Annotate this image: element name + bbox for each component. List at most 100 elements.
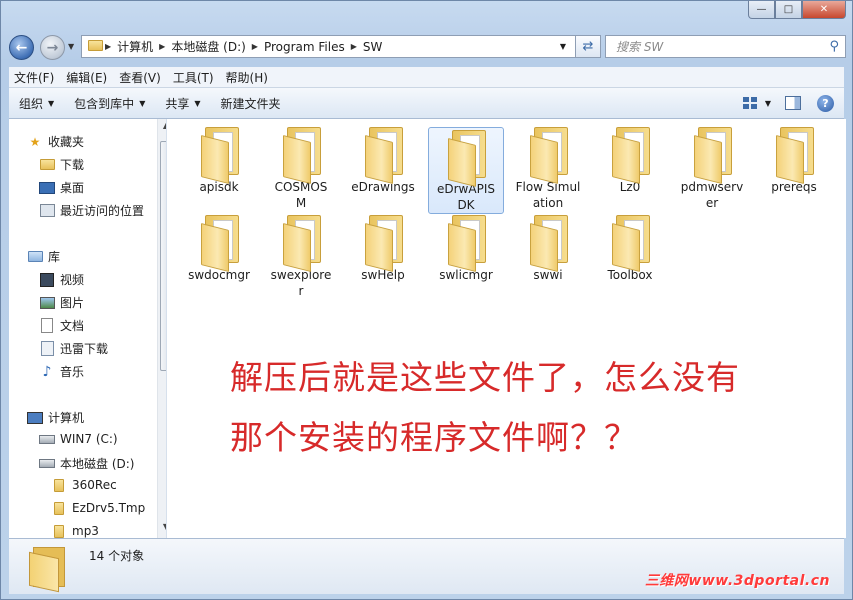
share-button[interactable]: 共享 ▼	[155, 95, 210, 112]
folder-item-cosmosm[interactable]: COSMOSM	[263, 125, 339, 211]
chevron-down-icon: ▼	[139, 98, 146, 108]
folder-item-pdmwserver[interactable]: pdmwserver	[674, 125, 750, 211]
sidebar-item-recent[interactable]: 最近访问的位置	[39, 202, 144, 219]
system-drive-icon	[39, 432, 55, 446]
preview-pane-icon[interactable]	[785, 96, 801, 110]
navigation-bar: ← → ▼ ▶ 计算机 ▶ 本地磁盘 (D:) ▶ Program Files …	[9, 32, 846, 62]
folder-item-swdocmgr[interactable]: swdocmgr	[181, 213, 257, 283]
sidebar-item-drive-d[interactable]: 本地磁盘 (D:)	[39, 455, 134, 472]
help-icon[interactable]: ?	[817, 94, 834, 112]
chevron-right-icon[interactable]: ▶	[250, 42, 260, 51]
forward-button[interactable]: →	[40, 35, 65, 60]
folder-icon	[446, 130, 486, 187]
navigation-scrollbar[interactable]: ▲ ▼	[157, 119, 166, 538]
caption-buttons: — □ ✕	[748, 1, 846, 19]
view-options-dropdown-icon[interactable]: ▼	[765, 99, 771, 108]
folder-item-lz0[interactable]: Lz0	[592, 125, 668, 195]
sidebar-item-computer[interactable]: 计算机	[27, 409, 84, 426]
search-placeholder: 搜索 SW	[616, 40, 664, 54]
sidebar-label: 音乐	[60, 365, 85, 379]
folder-icon	[610, 215, 650, 272]
sidebar-item-ezdrv5[interactable]: EzDrv5.Tmp	[51, 501, 145, 515]
address-bar[interactable]: ▶ 计算机 ▶ 本地磁盘 (D:) ▶ Program Files ▶ SW ▼	[81, 35, 601, 58]
sidebar-label: 桌面	[60, 181, 85, 195]
documents-icon	[39, 318, 55, 333]
breadcrumb-drive-d[interactable]: 本地磁盘 (D:)	[167, 38, 249, 55]
folder-item-toolbox[interactable]: Toolbox	[592, 213, 668, 283]
folder-icon	[199, 127, 239, 184]
folder-item-swwi[interactable]: swwi	[510, 213, 586, 283]
new-folder-button[interactable]: 新建文件夹	[211, 95, 291, 112]
chevron-down-icon: ▼	[194, 98, 201, 108]
refresh-icon: ⇄	[582, 39, 594, 54]
command-bar: 组织 ▼ 包含到库中 ▼ 共享 ▼ 新建文件夹 ▼ ?	[9, 88, 844, 119]
folder-item-swlicmgr[interactable]: swlicmgr	[428, 213, 504, 283]
refresh-button[interactable]: ⇄	[575, 35, 601, 58]
folder-label: eDrwAPISDK	[437, 182, 495, 212]
folder-item-swexplorer[interactable]: swexplorer	[263, 213, 339, 299]
folder-item-flow-simulation[interactable]: Flow Simulation	[510, 125, 586, 211]
recent-places-icon	[39, 204, 55, 218]
sidebar-item-favorites[interactable]: ★ 收藏夹	[27, 133, 84, 150]
sidebar-item-360rec[interactable]: 360Rec	[51, 478, 117, 492]
item-count: 14 个对象	[89, 549, 145, 563]
maximize-button[interactable]: □	[775, 1, 802, 19]
chevron-right-icon[interactable]: ▶	[157, 42, 167, 51]
annotation-line-1: 解压后就是这些文件了，怎么没有	[230, 358, 740, 397]
folder-icon	[774, 127, 814, 184]
scrollbar-thumb[interactable]	[160, 141, 166, 371]
sidebar-item-drive-c[interactable]: WIN7 (C:)	[39, 432, 118, 446]
sidebar-label: 最近访问的位置	[60, 204, 145, 218]
sidebar-item-libraries[interactable]: 库	[27, 248, 60, 265]
sidebar-item-music[interactable]: ♪ 音乐	[39, 363, 84, 380]
folder-item-swhelp[interactable]: swHelp	[345, 213, 421, 283]
menu-file[interactable]: 文件(F)	[9, 69, 59, 86]
sidebar-item-documents[interactable]: 文档	[39, 317, 84, 334]
folder-item-edrawings[interactable]: eDrawings	[345, 125, 421, 195]
scroll-up-icon[interactable]: ▲	[158, 121, 166, 135]
sidebar-item-desktop[interactable]: 桌面	[39, 179, 84, 196]
new-folder-label: 新建文件夹	[220, 96, 281, 111]
pictures-icon	[39, 296, 55, 310]
folder-item-apisdk[interactable]: apisdk	[181, 125, 257, 195]
change-view-icon[interactable]	[742, 97, 757, 109]
sidebar-label: mp3	[72, 524, 99, 538]
include-library-button[interactable]: 包含到库中 ▼	[64, 95, 155, 112]
folder-item-prereqs[interactable]: prereqs	[756, 125, 832, 195]
folder-item-edrwapisdk[interactable]: eDrwAPISDK	[428, 127, 504, 214]
close-button[interactable]: ✕	[802, 1, 846, 19]
menu-view[interactable]: 查看(V)	[114, 69, 166, 86]
menu-help[interactable]: 帮助(H)	[221, 69, 273, 86]
folder-icon	[88, 39, 103, 54]
sidebar-item-pictures[interactable]: 图片	[39, 294, 84, 311]
breadcrumb-computer[interactable]: 计算机	[113, 38, 157, 55]
organize-label: 组织	[19, 96, 44, 111]
sidebar-item-downloads[interactable]: 下载	[39, 156, 84, 173]
search-icon[interactable]: ⚲	[829, 39, 839, 54]
sidebar-label: 本地磁盘 (D:)	[60, 457, 135, 471]
chevron-right-icon[interactable]: ▶	[349, 42, 359, 51]
recent-pages-dropdown[interactable]: ▼	[68, 42, 74, 51]
minimize-button[interactable]: —	[748, 1, 775, 19]
organize-button[interactable]: 组织 ▼	[9, 95, 64, 112]
address-dropdown-icon[interactable]: ▼	[554, 42, 572, 51]
scroll-down-icon[interactable]: ▼	[158, 522, 166, 536]
thunder-download-icon	[39, 341, 55, 356]
sidebar-item-videos[interactable]: 视频	[39, 271, 84, 288]
sidebar-item-thunder-downloads[interactable]: 迅雷下载	[39, 340, 108, 357]
folder-icon	[281, 215, 321, 272]
chevron-right-icon[interactable]: ▶	[103, 42, 113, 51]
menu-tools[interactable]: 工具(T)	[168, 69, 219, 86]
sidebar-label: 图片	[60, 296, 85, 310]
sidebar-item-mp3[interactable]: mp3	[51, 524, 99, 538]
star-icon: ★	[29, 134, 41, 149]
breadcrumb-program-files[interactable]: Program Files	[260, 40, 349, 54]
search-input[interactable]: 搜索 SW ⚲	[605, 35, 846, 58]
desktop-icon	[39, 181, 55, 195]
downloads-folder-icon	[39, 158, 55, 172]
forward-arrow-icon: →	[46, 39, 59, 56]
breadcrumb-sw[interactable]: SW	[359, 40, 386, 54]
menu-edit[interactable]: 编辑(E)	[61, 69, 112, 86]
explorer-window: — □ ✕ ← → ▼ ▶ 计算机 ▶ 本地磁盘 (D:) ▶ Program …	[0, 0, 853, 600]
back-button[interactable]: ←	[9, 35, 34, 60]
